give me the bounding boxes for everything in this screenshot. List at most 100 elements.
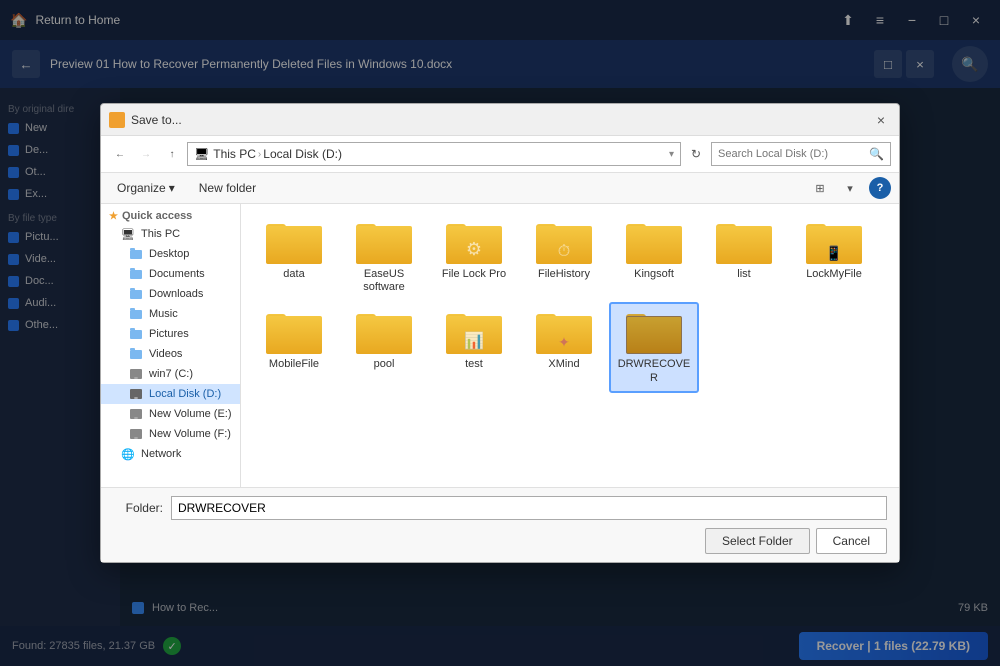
nav-videos-label: Videos — [149, 348, 182, 360]
nav-item-pictures[interactable]: Pictures — [101, 324, 240, 344]
nav-downloads-label: Downloads — [149, 288, 203, 300]
file-item-filehistory[interactable]: ⏱ FileHistory — [519, 212, 609, 302]
forward-btn[interactable]: → — [135, 143, 157, 165]
organize-label: Organize — [117, 181, 166, 195]
file-item-lockmyfile[interactable]: 📱 LockMyFile — [789, 212, 879, 302]
dialog-body: ★ Quick access 🖥 This PC Desktop Do — [101, 204, 899, 487]
folder-videos-icon — [129, 347, 143, 361]
nav-thispc-label: This PC — [141, 228, 180, 240]
drive-e-icon — [129, 407, 143, 421]
select-folder-btn[interactable]: Select Folder — [705, 528, 810, 554]
file-item-test[interactable]: 📊 test — [429, 302, 519, 392]
view-btn[interactable]: ⊞ — [809, 177, 831, 199]
organize-arrow: ▾ — [169, 181, 175, 195]
quick-access-label: Quick access — [122, 210, 192, 222]
up-btn[interactable]: ↑ — [161, 143, 183, 165]
folder-lockmyfile-icon: 📱 — [806, 220, 862, 264]
back-btn[interactable]: ← — [109, 143, 131, 165]
file-item-easeus[interactable]: EaseUS software — [339, 212, 429, 302]
nav-item-network[interactable]: 🌐 Network — [101, 444, 240, 464]
folder-pool-icon — [356, 310, 412, 354]
search-box[interactable]: 🔍 — [711, 142, 891, 166]
folder-list-icon — [716, 220, 772, 264]
new-folder-btn[interactable]: New folder — [191, 178, 264, 198]
nav-item-downloads[interactable]: Downloads — [101, 284, 240, 304]
breadcrumb-sep1: › — [258, 149, 261, 160]
folder-xmind-icon: ✦ — [536, 310, 592, 354]
nav-locald-label: Local Disk (D:) — [149, 388, 221, 400]
nav-item-videos[interactable]: Videos — [101, 344, 240, 364]
folder-history-icon: ⏱ — [536, 220, 592, 264]
nav-item-thispc[interactable]: 🖥 This PC — [101, 224, 240, 244]
folder-desktop-icon — [129, 247, 143, 261]
quick-access-header: ★ Quick access — [101, 208, 240, 224]
nav-item-winc[interactable]: win7 (C:) — [101, 364, 240, 384]
new-folder-label: New folder — [199, 181, 256, 195]
file-drwrecover-label: DRWRECOVER — [615, 358, 693, 384]
folder-test-icon: 📊 — [446, 310, 502, 354]
folder-filelock-icon: ⚙ — [446, 220, 502, 264]
refresh-btn[interactable]: ↻ — [685, 143, 707, 165]
folder-mobilefile-icon — [266, 310, 322, 354]
folder-data-icon — [266, 220, 322, 264]
file-mobilefile-label: MobileFile — [269, 358, 319, 371]
file-item-xmind[interactable]: ✦ XMind — [519, 302, 609, 392]
nav-desktop-label: Desktop — [149, 248, 189, 260]
folder-documents-icon — [129, 267, 143, 281]
nav-newf-label: New Volume (F:) — [149, 428, 231, 440]
file-easeus-label: EaseUS software — [345, 268, 423, 294]
dialog-title: Save to... — [131, 113, 871, 127]
nav-item-newf[interactable]: New Volume (F:) — [101, 424, 240, 444]
file-item-drwrecover[interactable]: DRWRECOVER — [609, 302, 699, 392]
dialog-titlebar: Save to... × — [101, 104, 899, 136]
file-item-list[interactable]: list — [699, 212, 789, 302]
file-kingsoft-label: Kingsoft — [634, 268, 674, 281]
nav-item-documents[interactable]: Documents — [101, 264, 240, 284]
dialog-close-btn[interactable]: × — [871, 110, 891, 130]
file-pool-label: pool — [374, 358, 395, 371]
file-item-data[interactable]: data — [249, 212, 339, 302]
file-xmind-label: XMind — [548, 358, 579, 371]
folder-downloads-icon — [129, 287, 143, 301]
nav-documents-label: Documents — [149, 268, 205, 280]
drive-d-icon — [129, 387, 143, 401]
dialog-toolbar: Organize ▾ New folder ⊞ ▾ ? — [101, 173, 899, 204]
nav-winc-label: win7 (C:) — [149, 368, 193, 380]
organize-btn[interactable]: Organize ▾ — [109, 178, 183, 198]
file-item-mobilefile[interactable]: MobileFile — [249, 302, 339, 392]
file-data-label: data — [283, 268, 304, 281]
nav-pane: ★ Quick access 🖥 This PC Desktop Do — [101, 204, 241, 487]
file-item-kingsoft[interactable]: Kingsoft — [609, 212, 699, 302]
dialog-footer: Folder: Select Folder Cancel — [101, 487, 899, 562]
nav-item-newe[interactable]: New Volume (E:) — [101, 404, 240, 424]
address-bar[interactable]: 🖥 This PC › Local Disk (D:) ▾ — [187, 142, 681, 166]
nav-item-desktop[interactable]: Desktop — [101, 244, 240, 264]
cancel-btn[interactable]: Cancel — [816, 528, 887, 554]
network-icon: 🌐 — [121, 447, 135, 461]
file-filelockpro-label: File Lock Pro — [442, 268, 506, 281]
breadcrumb: This PC › Local Disk (D:) — [213, 147, 342, 161]
nav-newe-label: New Volume (E:) — [149, 408, 232, 420]
folder-kingsoft-icon — [626, 220, 682, 264]
nav-network-label: Network — [141, 448, 181, 460]
drive-f-icon — [129, 427, 143, 441]
folder-input[interactable] — [171, 496, 887, 520]
dialog-overlay: Save to... × ← → ↑ 🖥 This PC › Local Dis… — [0, 0, 1000, 666]
help-btn[interactable]: ? — [869, 177, 891, 199]
dialog-title-icon — [109, 112, 125, 128]
address-dropdown-btn[interactable]: ▾ — [669, 149, 674, 160]
file-item-filelockpro[interactable]: ⚙ File Lock Pro — [429, 212, 519, 302]
folder-pictures-icon — [129, 327, 143, 341]
nav-item-locald[interactable]: Local Disk (D:) — [101, 384, 240, 404]
view-arrow-btn[interactable]: ▾ — [839, 177, 861, 199]
file-item-pool[interactable]: pool — [339, 302, 429, 392]
save-dialog: Save to... × ← → ↑ 🖥 This PC › Local Dis… — [100, 103, 900, 563]
drive-c-icon — [129, 367, 143, 381]
monitor-icon: 🖥 — [121, 227, 135, 241]
search-input[interactable] — [718, 148, 865, 160]
nav-item-music[interactable]: Music — [101, 304, 240, 324]
nav-pictures-label: Pictures — [149, 328, 189, 340]
folder-label: Folder: — [113, 501, 163, 515]
dialog-addressbar: ← → ↑ 🖥 This PC › Local Disk (D:) ▾ ↻ 🔍 — [101, 136, 899, 173]
file-grid: data EaseUS software ⚙ — [241, 204, 899, 487]
